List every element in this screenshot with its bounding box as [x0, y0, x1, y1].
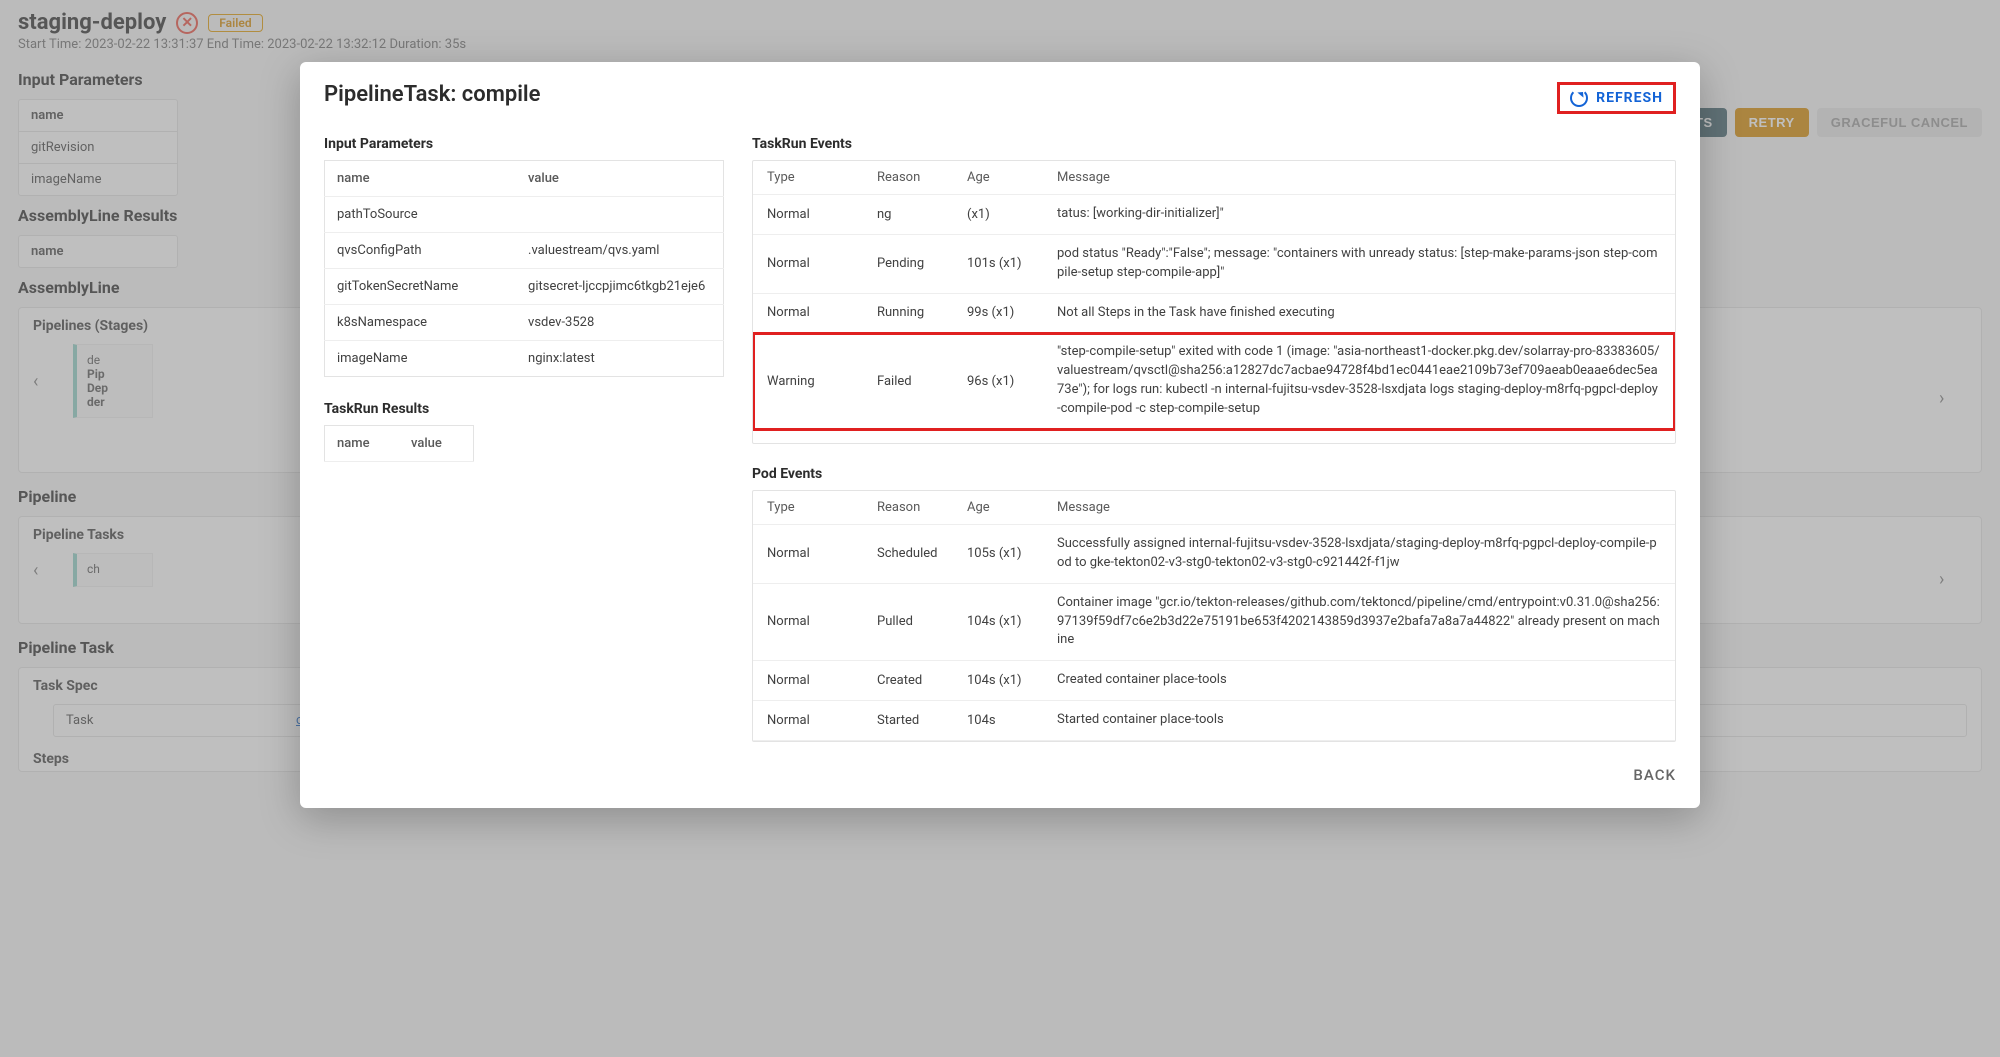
table-row: qvsConfigPath.valuestream/qvs.yaml — [325, 233, 724, 269]
event-age: 101s (x1) — [967, 256, 1057, 271]
event-message: Container image "gcr.io/tekton-releases/… — [1057, 594, 1661, 651]
pod-events-heading: Pod Events — [752, 466, 1676, 482]
event-age: 105s (x1) — [967, 546, 1057, 561]
modal-body: Input Parameters name value pathToSource… — [324, 136, 1676, 742]
param-value: gitsecret-ljccpjimc6tkgb21eje6 — [516, 269, 723, 305]
pipeline-task-modal: PipelineTask: compile REFRESH Input Para… — [300, 62, 1700, 808]
table-header: Type Reason Age Message — [753, 161, 1675, 195]
refresh-icon — [1570, 89, 1588, 107]
param-value — [516, 197, 723, 233]
back-button[interactable]: BACK — [1633, 766, 1676, 784]
event-reason: Pending — [877, 256, 967, 271]
modal-header: PipelineTask: compile REFRESH — [324, 82, 1676, 114]
refresh-label: REFRESH — [1596, 90, 1663, 106]
taskrun-events-heading: TaskRun Events — [752, 136, 1676, 152]
column-name: name — [325, 426, 400, 462]
table-row: gitTokenSecretNamegitsecret-ljccpjimc6tk… — [325, 269, 724, 305]
event-row: NormalScheduled105s (x1)Successfully ass… — [753, 525, 1675, 584]
event-message: Successfully assigned internal-fujitsu-v… — [1057, 535, 1661, 573]
event-type: Normal — [767, 256, 877, 271]
param-name: k8sNamespace — [325, 305, 517, 341]
event-type: Normal — [767, 673, 877, 688]
param-value: .valuestream/qvs.yaml — [516, 233, 723, 269]
event-reason: Started — [877, 713, 967, 728]
event-reason: Failed — [877, 374, 967, 389]
column-message: Message — [1057, 500, 1661, 515]
event-age: 99s (x1) — [967, 305, 1057, 320]
param-name: pathToSource — [325, 197, 517, 233]
taskrun-events-table: Type Reason Age Message Normalng(x1)tatu… — [752, 160, 1676, 444]
param-name: gitTokenSecretName — [325, 269, 517, 305]
table-row: imageNamenginx:latest — [325, 341, 724, 377]
param-value: nginx:latest — [516, 341, 723, 377]
pod-events-table: Type Reason Age Message NormalScheduled1… — [752, 490, 1676, 742]
column-reason: Reason — [877, 500, 967, 515]
input-parameters-heading: Input Parameters — [324, 136, 724, 152]
event-message: "step-compile-setup" exited with code 1 … — [1057, 343, 1661, 418]
event-age: (x1) — [967, 207, 1057, 222]
taskrun-results-table: name value — [324, 425, 474, 462]
event-row: Normalng(x1)tatus: [working-dir-initiali… — [753, 195, 1675, 235]
event-reason: ng — [877, 207, 967, 222]
event-message: Not all Steps in the Task have finished … — [1057, 304, 1661, 323]
param-name: imageName — [325, 341, 517, 377]
event-type: Normal — [767, 713, 877, 728]
column-age: Age — [967, 500, 1057, 515]
column-value: value — [399, 426, 474, 462]
input-parameters-table: name value pathToSourceqvsConfigPath.val… — [324, 160, 724, 377]
event-type: Normal — [767, 614, 877, 629]
modal-footer: BACK — [324, 766, 1676, 784]
event-age: 96s (x1) — [967, 374, 1057, 389]
column-type: Type — [767, 170, 877, 185]
param-value: vsdev-3528 — [516, 305, 723, 341]
event-row: NormalStarted104sStarted container place… — [753, 701, 1675, 741]
column-age: Age — [967, 170, 1057, 185]
event-reason: Pulled — [877, 614, 967, 629]
modal-title: PipelineTask: compile — [324, 82, 540, 107]
event-message: tatus: [working-dir-initializer]" — [1057, 205, 1661, 224]
column-type: Type — [767, 500, 877, 515]
taskrun-results-heading: TaskRun Results — [324, 401, 724, 417]
column-message: Message — [1057, 170, 1661, 185]
modal-overlay[interactable]: PipelineTask: compile REFRESH Input Para… — [0, 0, 2000, 1057]
event-message: pod status "Ready":"False"; message: "co… — [1057, 245, 1661, 283]
event-reason: Created — [877, 673, 967, 688]
event-message: Started container place-tools — [1057, 711, 1661, 730]
param-name: qvsConfigPath — [325, 233, 517, 269]
event-age: 104s (x1) — [967, 614, 1057, 629]
modal-right-column: TaskRun Events Type Reason Age Message N… — [752, 136, 1676, 742]
event-type: Normal — [767, 305, 877, 320]
event-row: NormalPulled104s (x1)Container image "gc… — [753, 584, 1675, 662]
event-row: NormalRunning99s (x1)Not all Steps in th… — [753, 294, 1675, 334]
event-age: 104s — [967, 713, 1057, 728]
modal-left-column: Input Parameters name value pathToSource… — [324, 136, 724, 742]
refresh-button[interactable]: REFRESH — [1557, 82, 1676, 114]
taskrun-events-scroll[interactable]: Normalng(x1)tatus: [working-dir-initiali… — [753, 195, 1675, 443]
event-reason: Running — [877, 305, 967, 320]
event-age: 104s (x1) — [967, 673, 1057, 688]
event-row: NormalPending101s (x1)pod status "Ready"… — [753, 235, 1675, 294]
event-type: Normal — [767, 207, 877, 222]
event-type: Warning — [767, 374, 877, 389]
column-reason: Reason — [877, 170, 967, 185]
table-row: k8sNamespacevsdev-3528 — [325, 305, 724, 341]
pod-events-scroll[interactable]: NormalScheduled105s (x1)Successfully ass… — [753, 525, 1675, 741]
event-message: Created container place-tools — [1057, 671, 1661, 690]
table-header: Type Reason Age Message — [753, 491, 1675, 525]
event-row: WarningFailed96s (x1)"step-compile-setup… — [753, 333, 1675, 429]
column-value: value — [516, 161, 723, 197]
event-type: Normal — [767, 546, 877, 561]
column-name: name — [325, 161, 517, 197]
event-reason: Scheduled — [877, 546, 967, 561]
event-row: NormalCreated104s (x1)Created container … — [753, 661, 1675, 701]
table-row: pathToSource — [325, 197, 724, 233]
